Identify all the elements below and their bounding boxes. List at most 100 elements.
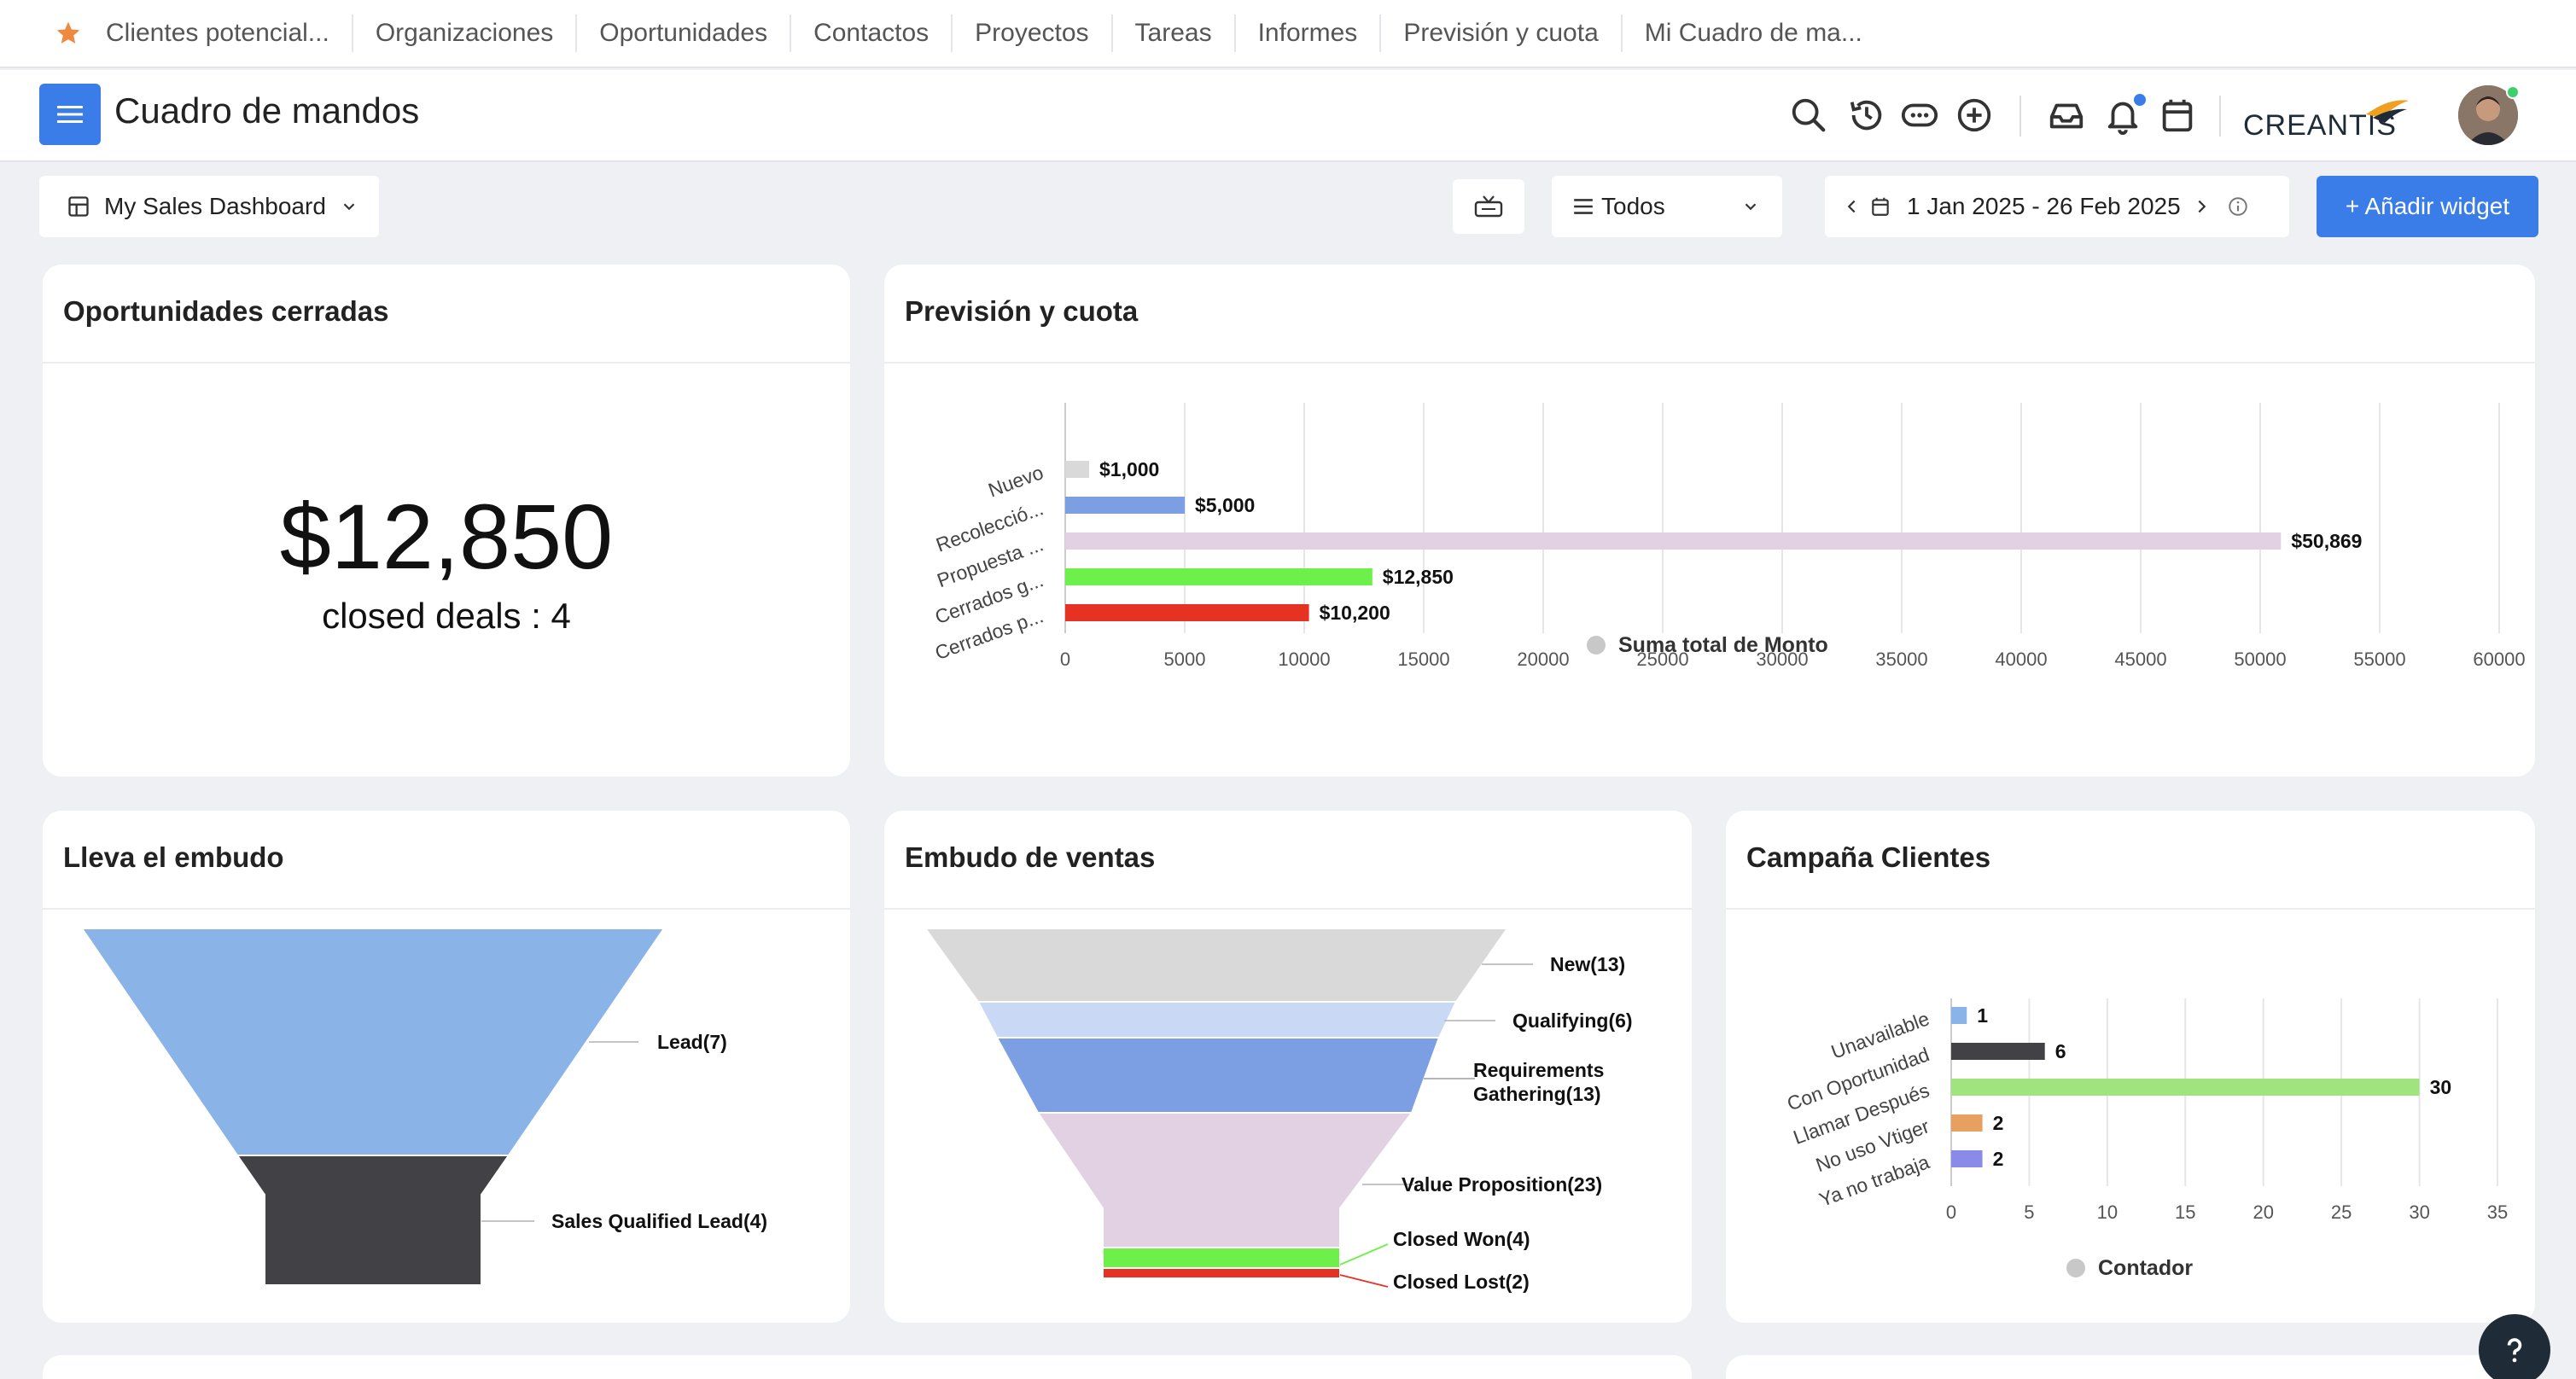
category-label: Nuevo bbox=[985, 461, 1046, 501]
funnel-segment bbox=[80, 928, 666, 1156]
funnel-segment bbox=[1102, 1267, 1341, 1279]
date-range-picker[interactable]: 1 Jan 2025 - 26 Feb 2025 bbox=[1825, 176, 2289, 237]
x-tick-label: 20 bbox=[2253, 1202, 2273, 1223]
tab-mi-cuadro[interactable]: Mi Cuadro de ma... bbox=[1623, 15, 1885, 52]
funnel-label: Value Proposition(23) bbox=[1402, 1173, 1602, 1196]
add-widget-button[interactable]: + Añadir widget bbox=[2317, 176, 2538, 237]
date-range-label: 1 Jan 2025 - 26 Feb 2025 bbox=[1907, 193, 2181, 219]
widget-leads-funnel: Lleva el embudo Lead(7) Sales Qualified L… bbox=[43, 811, 850, 1323]
closed-deals-count: closed deals : 4 bbox=[322, 596, 571, 636]
bar bbox=[1951, 1079, 2420, 1096]
bar bbox=[1065, 604, 1309, 621]
widget-title: Lleva el embudo bbox=[63, 841, 284, 873]
data-label: 2 bbox=[1993, 1148, 2004, 1170]
x-tick-label: 45000 bbox=[2114, 649, 2166, 670]
add-circle-icon[interactable] bbox=[1955, 96, 1994, 135]
data-label: $5,000 bbox=[1195, 494, 1255, 516]
funnel-segment bbox=[1102, 1247, 1341, 1269]
chevron-right-icon[interactable] bbox=[2194, 197, 2210, 216]
x-tick-label: 15000 bbox=[1397, 649, 1449, 670]
header-divider bbox=[2219, 96, 2221, 137]
widget-title: Embudo de ventas bbox=[905, 841, 1156, 873]
history-icon[interactable] bbox=[1847, 96, 1886, 135]
legend-label: Suma total de Monto bbox=[1618, 633, 1828, 657]
tab-informes[interactable]: Informes bbox=[1236, 15, 1382, 52]
data-label: $1,000 bbox=[1099, 458, 1159, 480]
funnel-label: New(13) bbox=[1550, 953, 1625, 975]
help-button[interactable] bbox=[2479, 1314, 2550, 1379]
bar bbox=[1951, 1114, 1983, 1132]
funnel-label: Lead(7) bbox=[657, 1031, 727, 1053]
search-icon[interactable] bbox=[1789, 96, 1828, 135]
data-label: 2 bbox=[1993, 1112, 2004, 1134]
inbox-icon[interactable] bbox=[2047, 96, 2086, 135]
bar bbox=[1065, 497, 1185, 514]
data-label: $10,200 bbox=[1320, 602, 1390, 624]
company-logo[interactable]: CREANTIS bbox=[2238, 89, 2417, 148]
header-divider bbox=[2019, 96, 2021, 137]
x-tick-label: 35000 bbox=[1875, 649, 1927, 670]
calendar-icon[interactable] bbox=[2158, 96, 2197, 135]
tab-contactos[interactable]: Contactos bbox=[791, 15, 953, 52]
tv-mode-button[interactable] bbox=[1453, 179, 1524, 234]
star-icon[interactable] bbox=[53, 18, 84, 49]
funnel-segment bbox=[976, 1001, 1458, 1039]
x-tick-label: 15 bbox=[2175, 1202, 2195, 1223]
leader-line bbox=[1339, 1274, 1389, 1288]
funnel-label: Closed Lost(2) bbox=[1393, 1271, 1530, 1293]
x-tick-label: 5000 bbox=[1164, 649, 1206, 670]
x-tick-label: 10000 bbox=[1278, 649, 1330, 670]
widget-title: Previsión y cuota bbox=[905, 295, 1139, 327]
widget-forecast: Previsión y cuota 0 5000 10000 15000 20000 25… bbox=[884, 265, 2535, 777]
chat-icon[interactable] bbox=[1900, 96, 1939, 135]
bar bbox=[1951, 1043, 2045, 1060]
page-title: Cuadro de mandos bbox=[114, 90, 420, 131]
funnel-segment bbox=[995, 1037, 1441, 1114]
bar bbox=[1951, 1007, 1967, 1024]
data-label: 1 bbox=[1977, 1004, 1988, 1027]
funnel-label: Closed Won(4) bbox=[1393, 1228, 1530, 1250]
page-header: Cuadro de mandos CREANTIS bbox=[0, 70, 2576, 162]
x-tick-label: 0 bbox=[1060, 649, 1070, 670]
data-label: 30 bbox=[2430, 1076, 2452, 1098]
bar bbox=[1065, 532, 2282, 550]
data-label: $50,869 bbox=[2291, 530, 2362, 552]
top-nav: Clientes potencial... Organizaciones Opo… bbox=[0, 0, 2576, 68]
menu-button[interactable] bbox=[39, 84, 101, 145]
forecast-bar-chart: 0 5000 10000 15000 20000 25000 30000 35000 40000… bbox=[932, 403, 2526, 670]
filter-select-label: Todos bbox=[1601, 193, 1665, 219]
bar bbox=[1951, 1150, 1983, 1167]
dashboard-select-label: My Sales Dashboard bbox=[104, 193, 326, 219]
legend-marker bbox=[2066, 1259, 2085, 1277]
tab-proyectos[interactable]: Proyectos bbox=[953, 15, 1113, 52]
data-label: $12,850 bbox=[1383, 566, 1454, 588]
dashboard-select[interactable]: My Sales Dashboard bbox=[39, 176, 379, 237]
leader-line bbox=[1339, 1243, 1389, 1266]
legend-marker bbox=[1587, 636, 1606, 655]
chevron-left-icon[interactable] bbox=[1844, 197, 1859, 216]
legend-label: Contador bbox=[2098, 1256, 2193, 1280]
funnel-label: Qualifying(6) bbox=[1512, 1010, 1633, 1032]
notification-dot bbox=[2134, 94, 2146, 106]
widget-campaign: Campaña Clientes 0 5 10 15 20 25 30 35 1 Unavaila… bbox=[1726, 811, 2535, 1323]
funnel-label: Sales Qualified Lead(4) bbox=[551, 1210, 767, 1232]
closed-amount: $12,850 bbox=[279, 485, 614, 588]
grid-icon bbox=[68, 196, 89, 217]
tab-prevision-cuota[interactable]: Previsión y cuota bbox=[1381, 15, 1623, 52]
chevron-down-icon bbox=[1745, 203, 1757, 211]
card-divider bbox=[43, 362, 850, 364]
calendar-icon bbox=[1872, 197, 1889, 216]
widget-title: Oportunidades cerradas bbox=[63, 295, 389, 327]
filter-select[interactable]: Todos bbox=[1552, 176, 1782, 237]
tab-organizaciones[interactable]: Organizaciones bbox=[353, 15, 578, 52]
tab-clientes-potenciales[interactable]: Clientes potencial... bbox=[84, 15, 353, 52]
tab-tareas[interactable]: Tareas bbox=[1113, 15, 1236, 52]
info-icon[interactable] bbox=[2227, 195, 2249, 218]
campaign-bar-chart: 0 5 10 15 20 25 30 351Unavailable 6Con Oportunid… bbox=[1784, 998, 2508, 1280]
x-tick-label: 60000 bbox=[2473, 649, 2525, 670]
x-tick-label: 25 bbox=[2331, 1202, 2352, 1223]
tab-oportunidades[interactable]: Oportunidades bbox=[577, 15, 792, 52]
widget-partial bbox=[1726, 1355, 2535, 1379]
x-tick-label: 10 bbox=[2097, 1202, 2118, 1223]
x-tick-label: 35 bbox=[2487, 1202, 2508, 1223]
